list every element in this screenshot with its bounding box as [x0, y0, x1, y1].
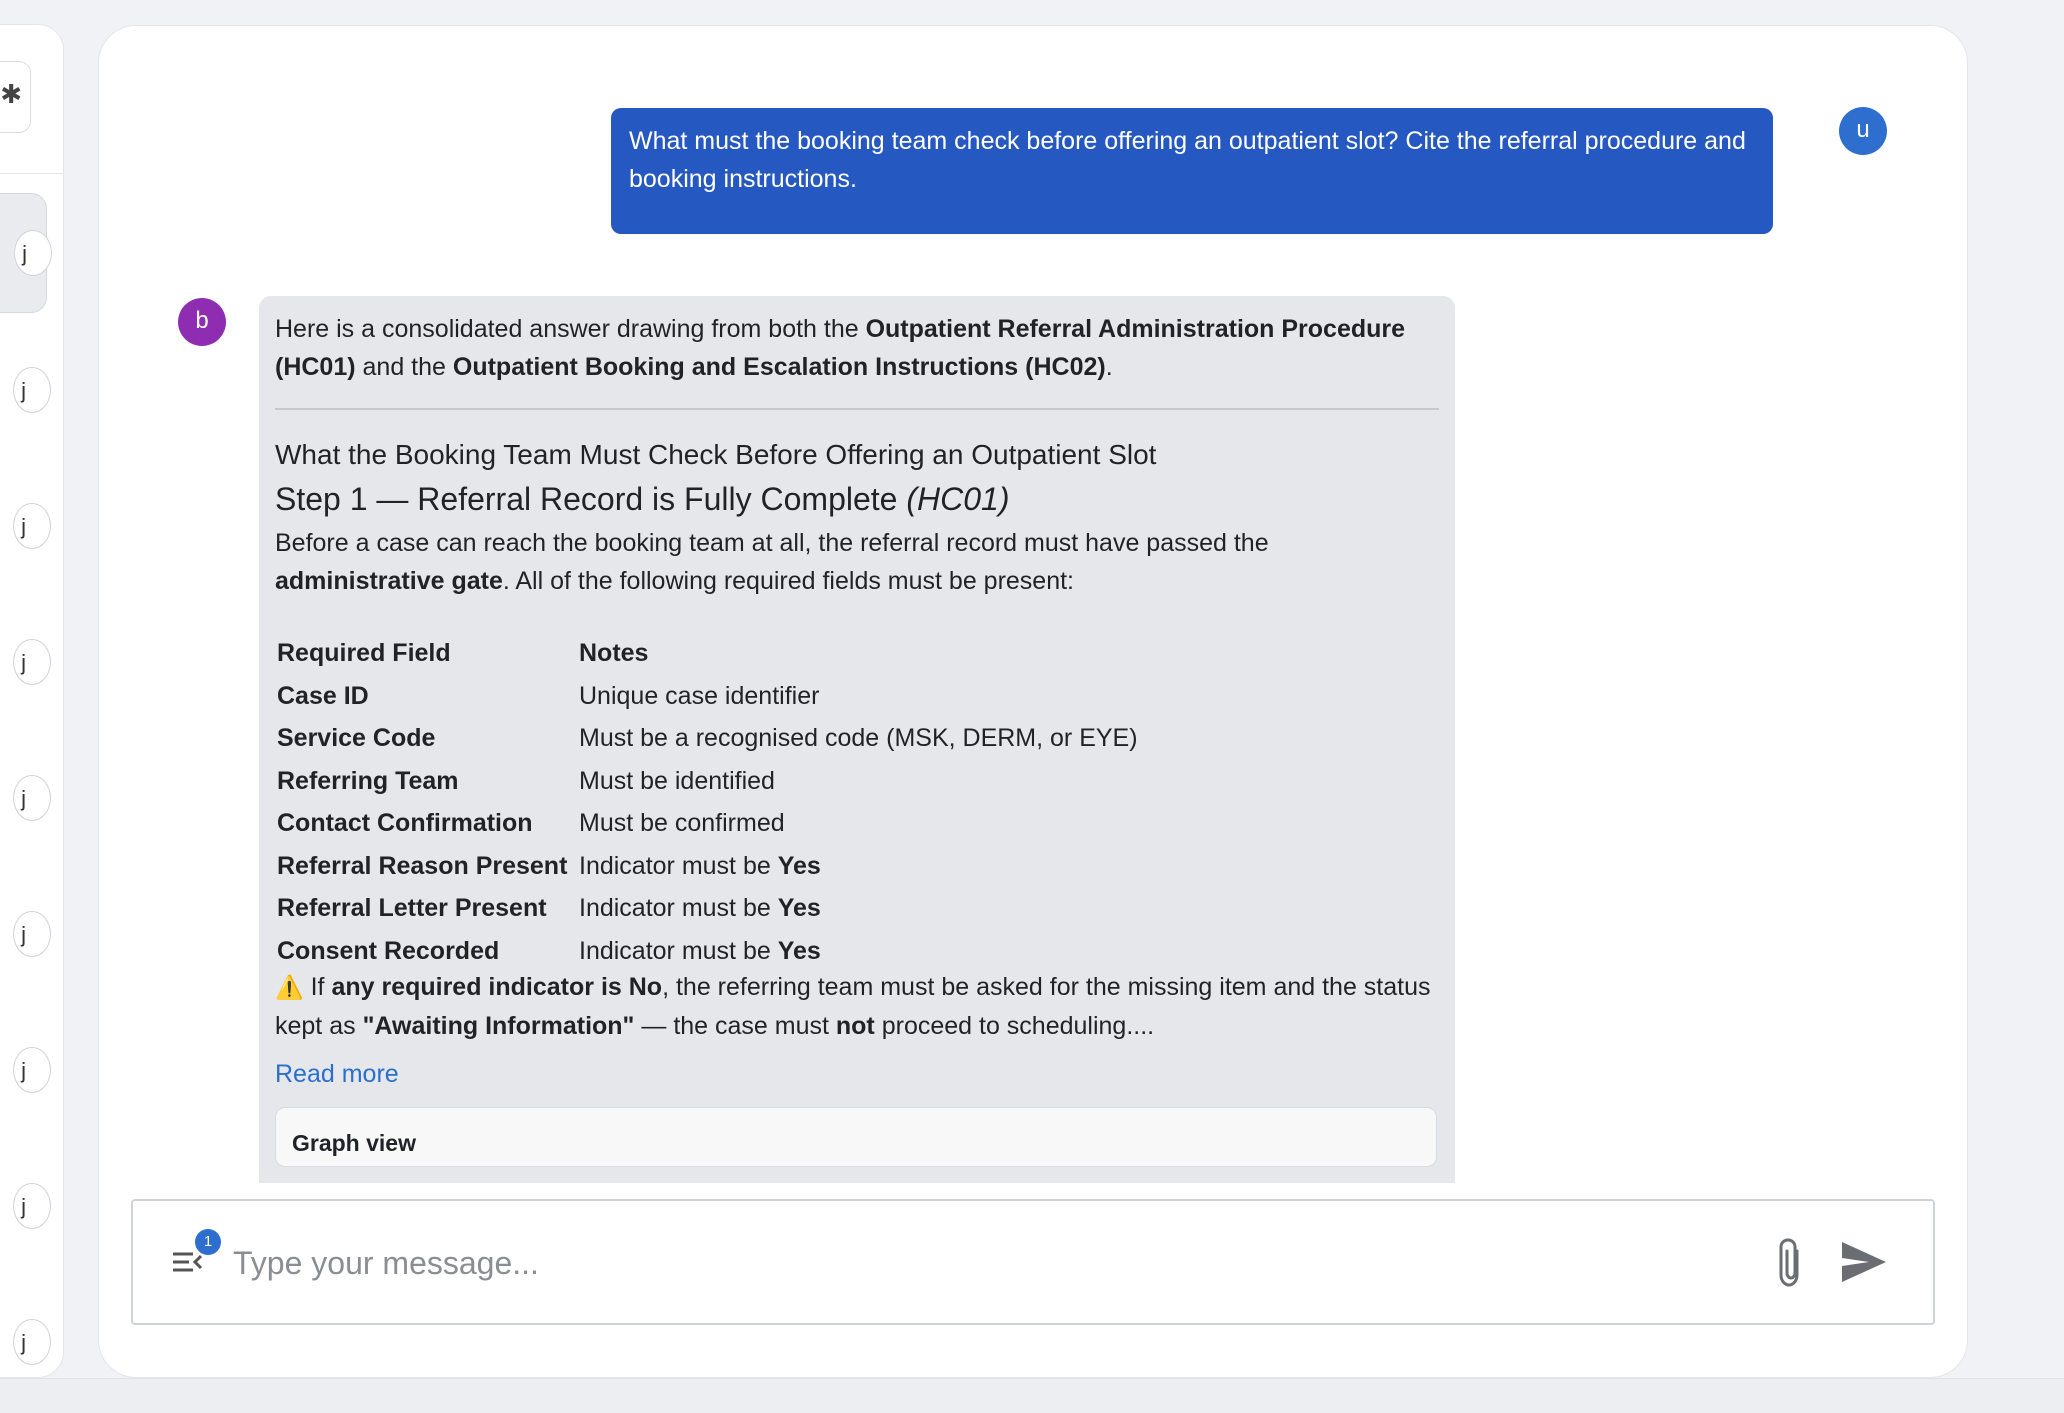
sidebar-conversation-item[interactable]: j [0, 603, 51, 721]
step-title: Step 1 — Referral Record is Fully Comple… [275, 481, 907, 517]
field-note-cell: Indicator must be Yes [579, 930, 1138, 973]
read-more-link[interactable]: Read more [275, 1055, 399, 1093]
intro-text: . [1105, 353, 1113, 381]
step-paragraph: Before a case can reach the booking team… [275, 524, 1439, 600]
field-name-cell: Contact Confirmation [277, 809, 533, 837]
sidebar-settings-button[interactable]: ✱ [0, 61, 31, 133]
field-note-cell: Must be a recognised code (MSK, DERM, or… [579, 717, 1138, 760]
field-note-cell: Must be identified [579, 760, 1138, 803]
graph-view-panel[interactable]: Graph view [275, 1107, 1437, 1167]
note-bold: Yes [777, 851, 821, 880]
field-name-cell: Referral Letter Present [277, 894, 547, 922]
field-note-cell: Indicator must be Yes [579, 887, 1138, 930]
field-name-cell: Consent Recorded [277, 936, 500, 965]
sidebar-conversation-item[interactable]: j [0, 331, 51, 449]
warning-bold: not [835, 1012, 875, 1040]
table-row: Consent Recorded Indicator must be Yes [277, 930, 1138, 973]
warning-bold: "Awaiting Information" [362, 1012, 635, 1040]
sidebar-conversation-item[interactable]: j [0, 467, 51, 585]
note-text: Must be identified [579, 766, 775, 795]
table-row: Case ID Unique case identifier [277, 675, 1138, 718]
column-header: Notes [579, 639, 649, 667]
warning-text: proceed to scheduling.... [874, 1012, 1155, 1040]
table-row: Referral Reason Present Indicator must be… [277, 845, 1138, 888]
conversation-icon: j [13, 1183, 51, 1229]
intro-text: Here is a consolidated answer drawing fr… [275, 315, 866, 343]
gear-icon: ✱ [0, 80, 22, 110]
message-list[interactable]: What must the booking team check before … [99, 26, 1967, 1183]
table-header-row: Required Field Notes [277, 632, 1138, 675]
table-row: Service Code Must be a recognised code (M… [277, 717, 1138, 760]
paperclip-icon[interactable] [1771, 1237, 1811, 1289]
note-text: Indicator must be [579, 851, 778, 880]
bot-avatar: b [178, 298, 226, 346]
field-name-cell: Referral Reason Present [277, 851, 568, 880]
field-name-cell: Case ID [277, 681, 369, 710]
conversation-icon: j [14, 230, 52, 276]
sidebar-conversation-item[interactable]: j [0, 1283, 51, 1377]
paragraph-text: Before a case can reach the booking team… [275, 529, 1269, 557]
bot-intro: Here is a consolidated answer drawing fr… [275, 310, 1439, 386]
note-text: Must be a recognised code (MSK, DERM, or… [579, 724, 1138, 752]
conversation-icon: j [13, 911, 51, 957]
conversation-icon: j [13, 775, 51, 821]
note-bold: Yes [777, 936, 821, 965]
sidebar-divider [0, 173, 63, 174]
warning-text: — the case must [634, 1012, 836, 1040]
step-heading: Step 1 — Referral Record is Fully Comple… [275, 478, 1439, 520]
user-avatar: u [1839, 107, 1887, 155]
conversation-icon: j [13, 639, 51, 685]
intro-text: and the [355, 353, 453, 381]
sidebar-conversation-item[interactable]: j [0, 1011, 51, 1129]
paragraph-text: . All of the following required fields m… [502, 567, 1075, 595]
note-bold: Yes [777, 894, 821, 922]
sidebar-conversation-item[interactable]: j [0, 193, 52, 313]
field-name-cell: Service Code [277, 724, 436, 752]
warning-bold: any required indicator is No [331, 973, 663, 1001]
column-header: Required Field [277, 639, 451, 667]
sidebar: ✱ j j j j j j j j j [0, 24, 64, 1378]
sidebar-conversation-item[interactable]: j [0, 739, 51, 857]
answer-heading: What the Booking Team Must Check Before … [275, 439, 1157, 470]
doc-reference-hc02: Outpatient Booking and Escalation Instru… [452, 353, 1106, 381]
conversation-icon: j [13, 503, 51, 549]
sidebar-conversation-item[interactable]: j [0, 1147, 51, 1265]
conversation-icon: j [13, 367, 51, 413]
table-row: Contact Confirmation Must be confirmed [277, 802, 1138, 845]
note-text: Must be confirmed [579, 809, 785, 837]
message-input[interactable] [231, 1237, 1735, 1289]
field-note-cell: Must be confirmed [579, 802, 1138, 845]
graph-view-title: Graph view [292, 1130, 416, 1156]
table-row: Referring Team Must be identified [277, 760, 1138, 803]
message-composer: 1 [131, 1199, 1935, 1325]
bot-message: Here is a consolidated answer drawing fr… [259, 296, 1455, 1183]
warning-text: If [303, 973, 332, 1001]
bottom-bar [0, 1378, 2064, 1413]
warning-icon: ⚠️ [275, 975, 304, 1001]
send-icon[interactable] [1839, 1239, 1889, 1285]
field-note-cell: Unique case identifier [579, 675, 1138, 718]
warning-paragraph: ⚠️ If any required indicator is No, the … [275, 968, 1439, 1045]
user-message: What must the booking team check before … [611, 108, 1773, 234]
note-text: Unique case identifier [579, 681, 820, 710]
paragraph-bold: administrative gate [275, 567, 503, 595]
note-text: Indicator must be [579, 894, 778, 922]
step-reference: (HC01) [906, 481, 1010, 517]
notification-badge: 1 [195, 1229, 221, 1255]
conversation-icon: j [13, 1047, 51, 1093]
required-fields-table: Required Field Notes Case ID Unique case … [277, 632, 1138, 972]
field-name-cell: Referring Team [277, 766, 459, 795]
conversation-icon: j [13, 1319, 51, 1365]
table-row: Referral Letter Present Indicator must be… [277, 887, 1138, 930]
field-note-cell: Indicator must be Yes [579, 845, 1138, 888]
horizontal-rule [275, 408, 1439, 410]
sidebar-conversation-item[interactable]: j [0, 875, 51, 993]
note-text: Indicator must be [579, 936, 778, 965]
chat-panel: What must the booking team check before … [98, 25, 1968, 1378]
